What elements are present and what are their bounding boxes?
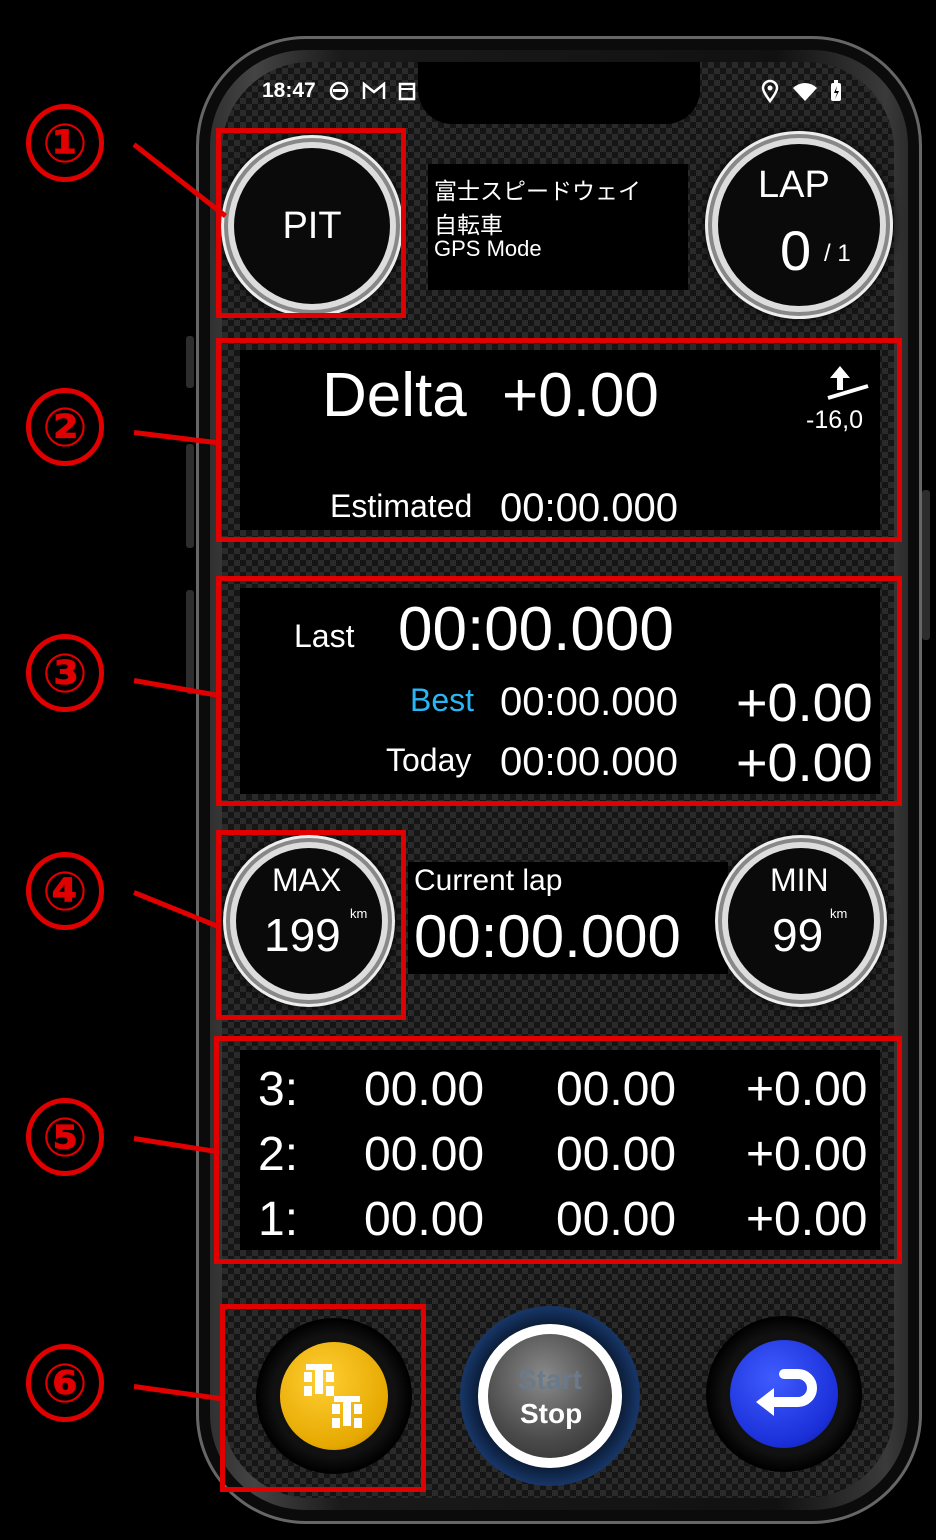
vehicle-type: 自転車 — [434, 212, 503, 238]
lap-label: LAP — [758, 164, 830, 206]
annotation-marker-5: ⑤ — [26, 1098, 104, 1176]
min-speed-value: 99 — [772, 909, 824, 961]
start-stop-button[interactable]: Start Stop — [460, 1306, 640, 1486]
lap-current: 0 — [780, 219, 812, 282]
track-name: 富士スピードウェイ — [434, 178, 641, 204]
annotation-box-2 — [216, 338, 902, 542]
annotation-box-3 — [216, 576, 902, 806]
min-speed-unit: km — [830, 906, 848, 921]
annotation-marker-4: ④ — [26, 852, 104, 930]
annotation-marker-2: ② — [26, 388, 104, 466]
start-stop-face: Start Stop — [488, 1334, 612, 1458]
mute-switch — [186, 336, 194, 388]
battery-icon — [831, 80, 841, 101]
annotation-marker-1: ① — [26, 104, 104, 182]
gps-mode: GPS Mode — [434, 236, 542, 261]
back-button-face — [730, 1340, 838, 1448]
min-label: MIN — [770, 862, 829, 898]
annotation-box-1 — [216, 128, 406, 318]
gmail-icon — [362, 81, 385, 99]
annotation-box-5 — [214, 1036, 902, 1264]
annotation-marker-6: ⑥ — [26, 1344, 104, 1422]
calendar-icon — [398, 82, 415, 101]
location-icon — [761, 79, 779, 103]
current-lap-time: 00:00.000 — [414, 903, 681, 970]
volume-down-button — [186, 590, 194, 694]
wifi-icon — [793, 83, 817, 101]
notch — [418, 62, 700, 124]
volume-up-button — [186, 444, 194, 548]
annotation-box-4 — [216, 830, 406, 1020]
lap-counter: LAP 0 / 1 — [718, 144, 880, 306]
start-label: Start — [518, 1364, 582, 1395]
clock: 18:47 — [262, 79, 316, 102]
stop-label: Stop — [520, 1398, 583, 1429]
current-lap-panel: Current lap 00:00.000 — [408, 862, 728, 974]
current-lap-label: Current lap — [414, 864, 563, 897]
status-bar-left: 18:47 — [262, 72, 416, 110]
notification-face-icon — [329, 81, 348, 101]
power-button — [922, 490, 930, 640]
return-arrow-icon — [756, 1369, 817, 1416]
lap-total: / 1 — [824, 240, 851, 267]
back-button[interactable] — [706, 1316, 862, 1472]
track-info-panel: 富士スピードウェイ 自転車 GPS Mode — [428, 164, 688, 290]
annotation-box-6 — [220, 1304, 426, 1492]
annotation-marker-3: ③ — [26, 634, 104, 712]
status-bar-right — [760, 72, 842, 110]
min-speed-gauge: MIN 99 km — [728, 848, 874, 994]
